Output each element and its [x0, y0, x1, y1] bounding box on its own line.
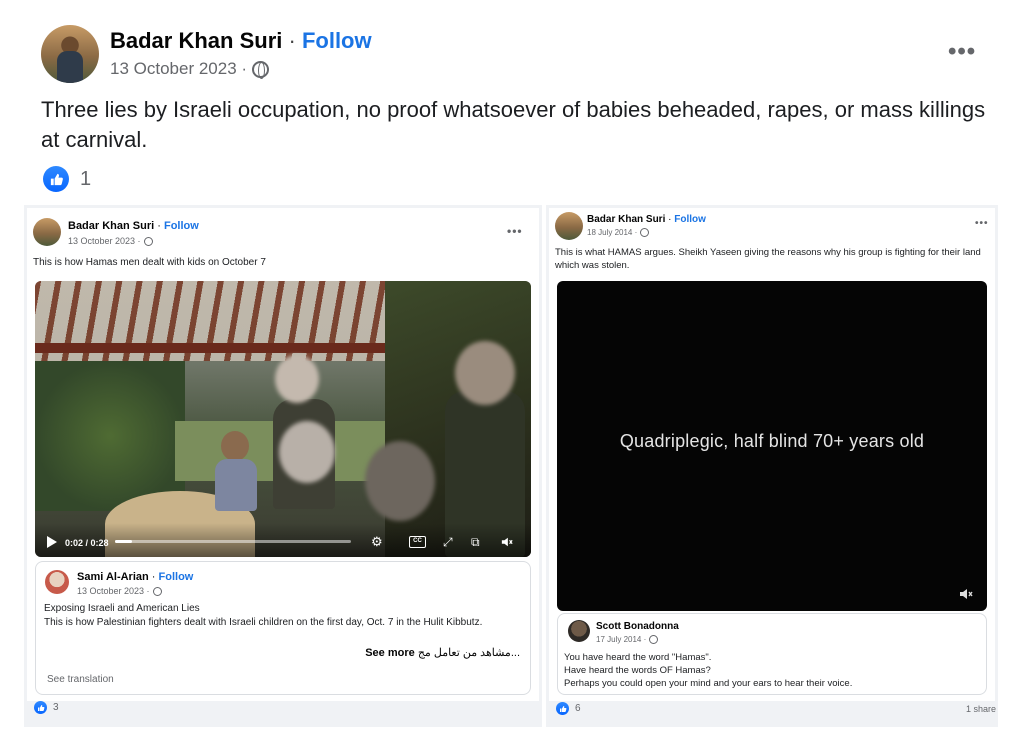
post-date: 13 October 2023 ·	[110, 59, 270, 79]
globe-icon	[649, 635, 659, 644]
play-icon[interactable]	[47, 536, 57, 548]
shared-post-date: 17 July 2014 ·	[596, 635, 659, 644]
globe-icon	[152, 586, 162, 596]
embedded-screenshot-right: Badar Khan Suri · Follow 18 July 2014 · …	[546, 205, 998, 727]
like-icon	[43, 166, 69, 192]
post-date: 13 October 2023 ·	[68, 236, 153, 246]
captions-icon[interactable]: CC	[409, 536, 426, 548]
mute-icon[interactable]	[959, 587, 973, 601]
blurred-object	[365, 441, 435, 521]
reactions-summary[interactable]: 3	[34, 701, 59, 714]
shared-original-post: Scott Bonadonna 17 July 2014 · You have …	[557, 613, 987, 695]
shared-post-header: Sami Al-Arian · Follow	[77, 571, 193, 583]
see-translation-link[interactable]: See translation	[47, 674, 114, 685]
see-more-link[interactable]: See more	[365, 647, 415, 659]
video-player[interactable]: 0:02 / 0:28 ⚙ CC ⤢ ⧉	[35, 281, 531, 557]
embedded-screenshot-left: Badar Khan Suri · Follow 13 October 2023…	[24, 205, 542, 727]
author-name[interactable]: Badar Khan Suri	[110, 28, 282, 53]
reactions-summary[interactable]: 6	[556, 702, 581, 715]
author-avatar[interactable]	[555, 212, 583, 240]
video-caption: Quadriplegic, half blind 70+ years old	[619, 431, 925, 451]
video-progress-fill	[115, 540, 132, 543]
author-name[interactable]: Badar Khan Suri	[587, 214, 665, 225]
video-player[interactable]: Quadriplegic, half blind 70+ years old	[557, 281, 987, 611]
follow-button[interactable]: Follow	[159, 571, 194, 583]
follow-button[interactable]: Follow	[674, 214, 706, 225]
video-frame-head	[221, 431, 249, 461]
date-text[interactable]: 13 October 2023 ·	[68, 236, 141, 246]
name-separator: ·	[668, 214, 672, 225]
shared-post-line: Have heard the words OF Hamas?	[564, 665, 711, 676]
shared-post-card: Badar Khan Suri · Follow 13 October 2023…	[27, 208, 539, 701]
globe-icon	[252, 60, 270, 79]
arabic-preview: See more مشاهد من تعامل مج...	[365, 646, 520, 659]
author-name[interactable]: Badar Khan Suri	[68, 220, 154, 232]
video-frame-child	[215, 431, 257, 511]
author-avatar[interactable]	[41, 25, 99, 83]
name-separator: ·	[151, 571, 156, 583]
shared-post-line: You have heard the word "Hamas".	[564, 652, 712, 663]
shared-post-line: This is how Palestinian fighters dealt w…	[44, 617, 483, 628]
shared-post-line: Perhaps you could open your mind and you…	[564, 678, 853, 689]
settings-gear-icon[interactable]: ⚙	[371, 534, 383, 550]
more-options-button[interactable]: •••	[948, 38, 976, 66]
video-frame-foliage	[35, 361, 185, 511]
reaction-count: 6	[575, 703, 581, 714]
picture-in-picture-icon[interactable]: ⧉	[471, 535, 480, 550]
like-count: 1	[80, 167, 92, 190]
fullscreen-icon[interactable]: ⤢	[443, 535, 453, 550]
post-text: This is what HAMAS argues. Sheikh Yaseen…	[555, 247, 981, 271]
shared-author-name[interactable]: Sami Al-Arian	[77, 571, 149, 583]
shared-author-avatar[interactable]	[568, 620, 590, 642]
follow-button[interactable]: Follow	[302, 28, 372, 53]
date-text[interactable]: 18 July 2014 ·	[587, 228, 637, 237]
post-header: Badar Khan Suri · Follow	[110, 28, 372, 54]
like-icon	[34, 701, 47, 714]
share-count[interactable]: 1 share	[966, 704, 996, 714]
blurred-face	[275, 355, 319, 403]
blurred-object	[279, 421, 335, 483]
date-text[interactable]: 13 October 2023 ·	[110, 59, 247, 79]
name-separator: ·	[157, 220, 161, 232]
arabic-text: مشاهد من تعامل مج...	[417, 647, 520, 659]
globe-icon	[143, 236, 153, 246]
more-options-button[interactable]: •••	[507, 224, 523, 238]
date-text[interactable]: 13 October 2023 ·	[77, 586, 150, 596]
author-avatar[interactable]	[33, 218, 61, 246]
shared-author-name[interactable]: Scott Bonadonna	[596, 621, 679, 632]
globe-icon	[640, 228, 650, 237]
post-text: Three lies by Israeli occupation, no pro…	[41, 97, 986, 152]
shared-original-post: Sami Al-Arian · Follow 13 October 2023 ·…	[35, 561, 531, 695]
video-progress-bar[interactable]	[115, 540, 351, 543]
name-separator: ·	[288, 28, 296, 53]
main-post: Badar Khan Suri · Follow 13 October 2023…	[0, 0, 1024, 200]
video-frame-torso	[215, 459, 257, 511]
shared-post-card: Badar Khan Suri · Follow 18 July 2014 · …	[549, 208, 995, 701]
date-text[interactable]: 17 July 2014 ·	[596, 635, 646, 644]
blurred-face	[455, 341, 515, 405]
shared-post-date: 13 October 2023 ·	[77, 586, 162, 596]
post-header: Badar Khan Suri · Follow	[587, 214, 706, 225]
reaction-count: 3	[53, 702, 59, 713]
video-frame-beam	[35, 343, 425, 353]
post-date: 18 July 2014 ·	[587, 228, 650, 237]
like-icon	[556, 702, 569, 715]
post-text: This is how Hamas men dealt with kids on…	[33, 257, 266, 268]
more-options-button[interactable]: •••	[975, 218, 989, 229]
post-header: Badar Khan Suri · Follow	[68, 220, 199, 232]
shared-post-line: Exposing Israeli and American Lies	[44, 603, 200, 614]
video-time: 0:02 / 0:28	[65, 538, 109, 548]
mute-icon[interactable]	[501, 536, 513, 548]
follow-button[interactable]: Follow	[164, 220, 199, 232]
reactions-summary[interactable]: 1	[43, 166, 91, 192]
shared-author-avatar[interactable]	[45, 570, 69, 594]
